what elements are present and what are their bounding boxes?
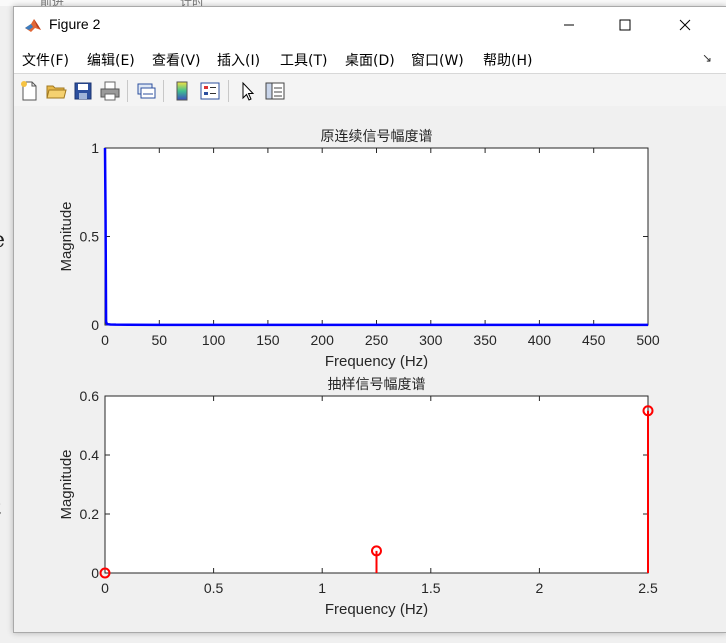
insert-colorbar-icon[interactable] — [171, 80, 193, 102]
x-tick-label: 150 — [256, 332, 280, 348]
figure-window: Figure 2 文件(F) 编辑(E) 查看(V) 插入(I) 工具(T) 桌… — [13, 6, 726, 633]
menu-help[interactable]: 帮助(H) — [483, 50, 532, 70]
x-tick-label: 100 — [202, 332, 226, 348]
menu-edit[interactable]: 编辑(E) — [87, 50, 135, 70]
x-tick-label: 0 — [101, 332, 109, 348]
figure-canvas: 0 50 100 150 200 250 300 350 400 450 50000.51原连续信号… — [58, 128, 660, 618]
chart-title: 抽样信号幅度谱 — [328, 376, 426, 392]
window-title: Figure 2 — [49, 16, 101, 32]
axes-box — [104, 147, 649, 326]
minimize-icon — [564, 24, 574, 26]
menu-window[interactable]: 窗口(W) — [411, 50, 464, 70]
link-plot-icon[interactable] — [135, 80, 157, 102]
menu-file[interactable]: 文件(F) — [22, 50, 69, 70]
background-text: t — [0, 496, 1, 521]
x-tick-label: 250 — [365, 332, 389, 348]
insert-legend-icon[interactable] — [199, 80, 221, 102]
x-tick-label: 0 — [101, 580, 109, 596]
x-tick-label: 450 — [582, 332, 606, 348]
x-tick-label: 300 — [419, 332, 443, 348]
menu-overflow-icon[interactable]: ↘ — [702, 51, 712, 65]
y-tick-label: 0.6 — [80, 388, 100, 404]
matlab-logo-icon — [24, 16, 42, 34]
x-tick-label: 2 — [536, 580, 544, 596]
toolbar-separator — [163, 80, 164, 102]
y-axis-label: Magnitude — [58, 449, 75, 519]
x-tick-label: 50 — [152, 332, 168, 348]
toolbar-separator — [127, 80, 128, 102]
minimize-button[interactable] — [546, 7, 592, 43]
menu-desktop[interactable]: 桌面(D) — [345, 50, 395, 70]
y-tick-label: 0.2 — [80, 506, 100, 522]
property-inspector-icon[interactable] — [264, 80, 286, 102]
x-tick-label: 200 — [311, 332, 335, 348]
x-axis-label: Frequency (Hz) — [325, 601, 428, 618]
x-tick-label: 400 — [528, 332, 552, 348]
x-tick-label: 1.5 — [421, 580, 441, 596]
toolbar — [14, 73, 726, 107]
edit-plot-arrow-icon[interactable] — [237, 80, 259, 102]
maximize-icon — [619, 19, 631, 31]
save-icon[interactable] — [72, 80, 94, 102]
x-tick-label: 500 — [636, 332, 660, 348]
open-file-icon[interactable] — [45, 80, 67, 102]
menu-view[interactable]: 查看(V) — [152, 50, 201, 70]
menu-insert[interactable]: 插入(I) — [217, 50, 260, 70]
y-tick-label: 0.4 — [80, 447, 100, 463]
plot-area: 0 50 100 150 200 250 300 350 400 450 500 0 0.5 1 原连续信号… — [14, 106, 726, 632]
menu-tools[interactable]: 工具(T) — [280, 50, 327, 70]
y-tick-label: 0.5 — [80, 229, 100, 245]
title-bar[interactable]: Figure 2 — [14, 7, 726, 43]
close-button[interactable] — [662, 7, 708, 43]
y-axis-label: Magnitude — [58, 201, 75, 271]
x-axis-label: Frequency (Hz) — [325, 353, 428, 370]
print-icon[interactable] — [99, 80, 121, 102]
chart-title: 原连续信号幅度谱 — [321, 128, 433, 144]
y-tick-label: 0 — [91, 317, 99, 333]
x-tick-label: 1 — [318, 580, 326, 596]
y-tick-label: 0 — [91, 565, 99, 581]
maximize-button[interactable] — [602, 7, 648, 43]
toolbar-separator — [228, 80, 229, 102]
background-text: e — [0, 228, 5, 253]
y-tick-label: 1 — [91, 140, 99, 156]
new-figure-icon[interactable] — [18, 80, 40, 102]
close-icon — [679, 19, 691, 31]
x-tick-label: 0.5 — [204, 580, 224, 596]
x-tick-label: 350 — [473, 332, 497, 348]
menu-bar: 文件(F) 编辑(E) 查看(V) 插入(I) 工具(T) 桌面(D) 窗口(W… — [14, 43, 726, 73]
x-tick-label: 2.5 — [638, 580, 658, 596]
